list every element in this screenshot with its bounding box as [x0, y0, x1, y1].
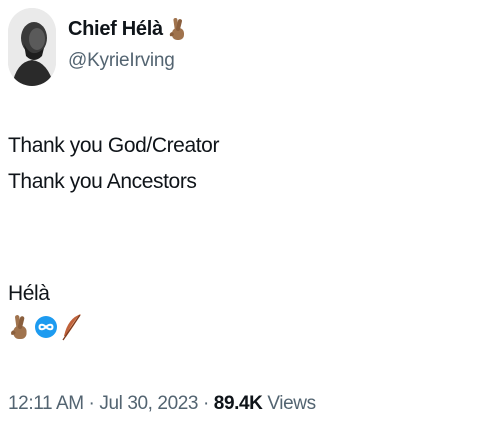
emoji-row	[8, 312, 84, 342]
infinity-icon	[35, 316, 57, 338]
tweet-text: Thank you God/Creator Thank you Ancestor…	[8, 128, 219, 312]
crossed-fingers-icon	[11, 315, 27, 339]
author-names: Chief Hélà @KyrieIrving	[68, 14, 189, 72]
avatar[interactable]	[8, 8, 56, 86]
meta-separator: ·	[83, 393, 100, 414]
tweet-line	[8, 200, 219, 236]
display-name[interactable]: Chief Hélà	[68, 18, 163, 41]
tweet-line: Thank you Ancestors	[8, 170, 197, 193]
tweet-line: Thank you God/Creator	[8, 134, 220, 157]
display-name-row[interactable]: Chief Hélà	[68, 14, 189, 44]
feather-icon	[62, 314, 81, 341]
tweet-line: Hélà	[8, 282, 50, 305]
meta-separator: ·	[198, 393, 214, 414]
avatar-image	[8, 8, 56, 86]
tweet-date[interactable]: Jul 30, 2023	[99, 393, 198, 414]
crossed-fingers-icon	[169, 18, 184, 40]
tweet-meta: 12:11 AM · Jul 30, 2023 · 89.4K Views	[8, 393, 316, 415]
tweet: Chief Hélà @KyrieIrving Thank you God/Cr…	[0, 0, 500, 440]
views-count: 89.4K	[213, 393, 263, 414]
views-label: Views	[262, 393, 316, 414]
tweet-time[interactable]: 12:11 AM	[8, 393, 84, 414]
tweet-header: Chief Hélà @KyrieIrving	[8, 8, 189, 86]
author-handle[interactable]: @KyrieIrving	[68, 50, 189, 72]
